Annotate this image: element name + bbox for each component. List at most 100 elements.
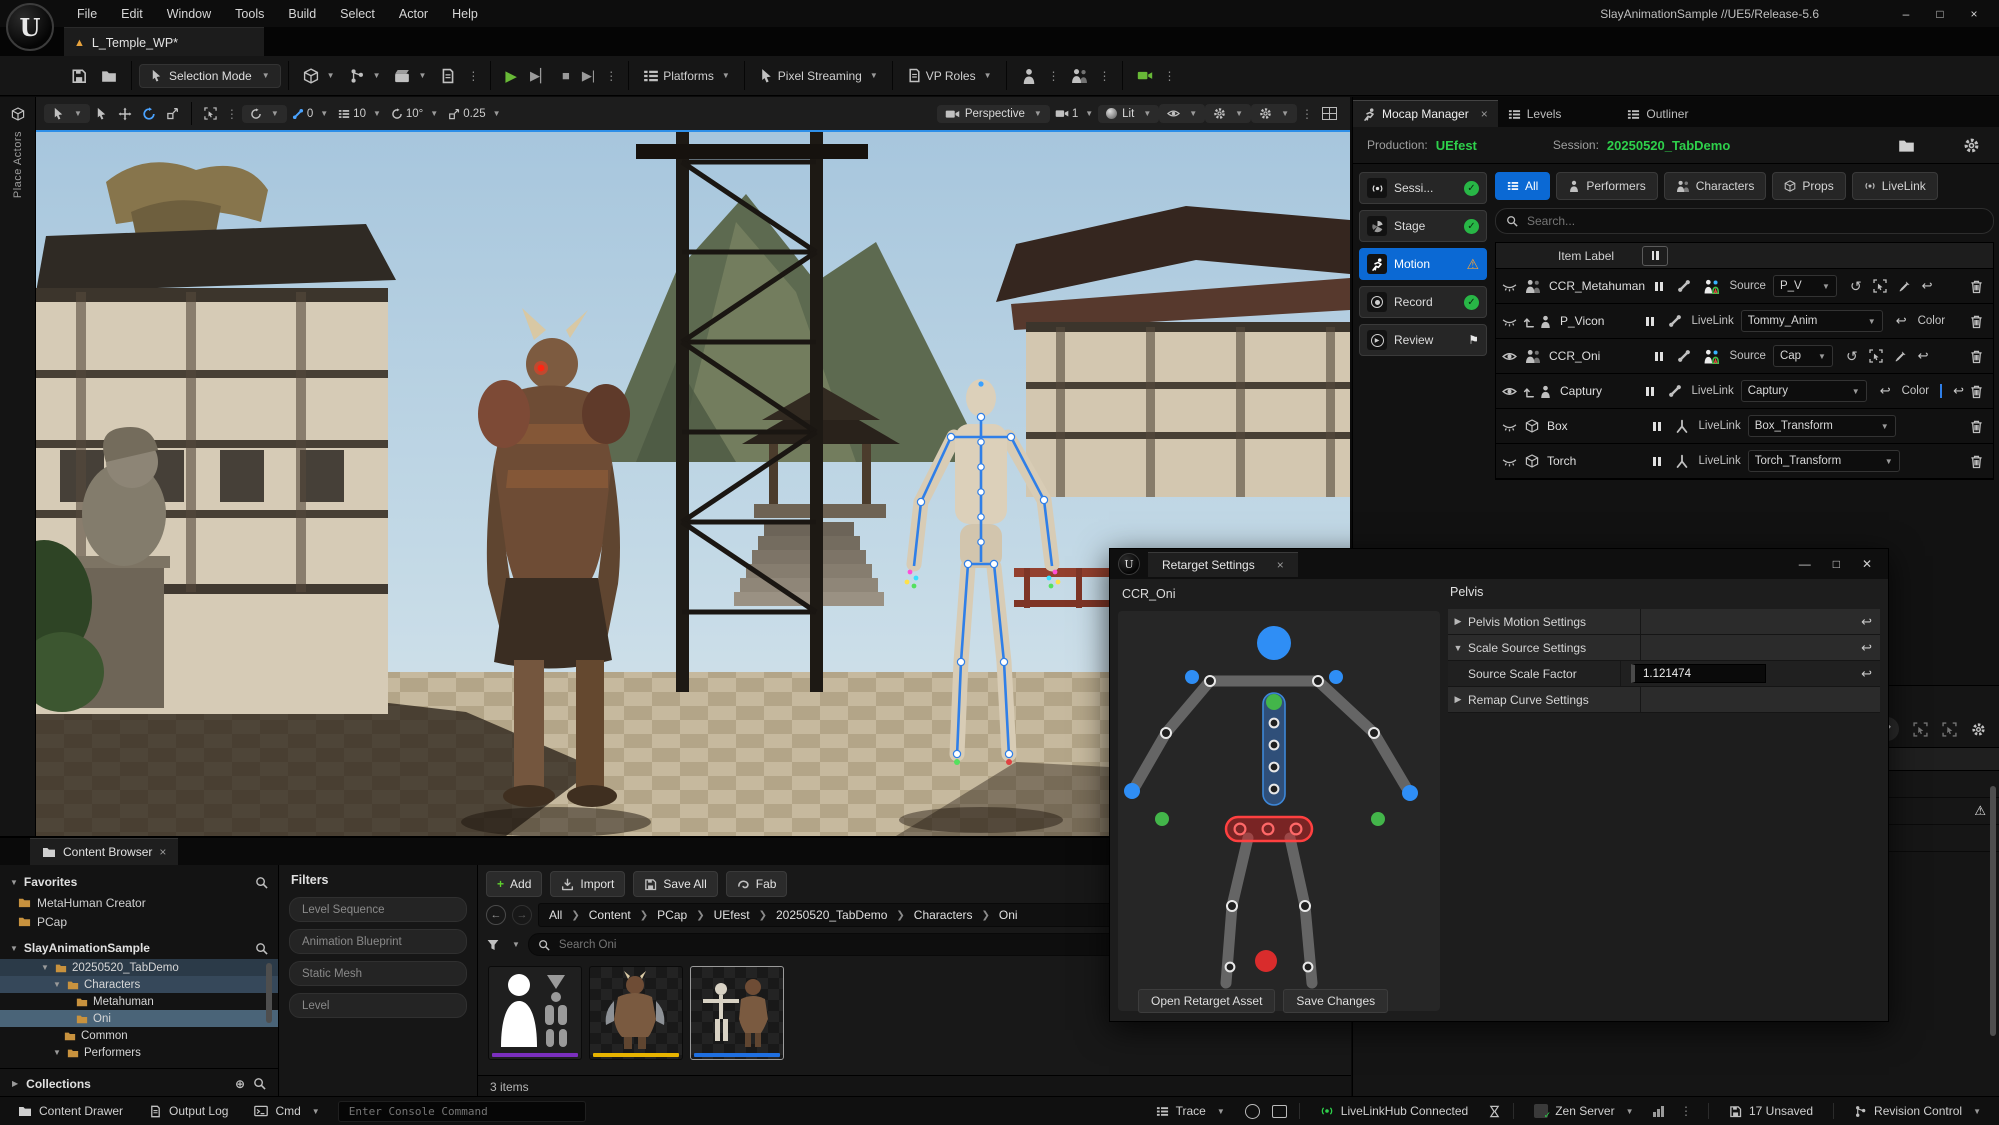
nav-sessions[interactable]: Sessi... ✓: [1359, 172, 1487, 204]
mocap-settings-gear-icon[interactable]: [1963, 137, 1980, 154]
content-drawer-button[interactable]: Content Drawer: [10, 1100, 131, 1122]
livelink-dropdown[interactable]: Torch_Transform▼: [1748, 450, 1900, 472]
pause-icon[interactable]: [1655, 352, 1663, 361]
forward-icon[interactable]: →: [512, 905, 532, 925]
retarget-settings-icon[interactable]: ↺: [1846, 348, 1858, 365]
color-label[interactable]: Color: [1902, 385, 1929, 397]
tab-mocap-manager[interactable]: Mocap Manager ×: [1353, 100, 1498, 127]
viewport-options-dropdown[interactable]: ▼: [44, 104, 90, 123]
tab-content-browser[interactable]: Content Browser ×: [30, 838, 178, 865]
toolbar-overflow-icon[interactable]: ⋮: [463, 69, 483, 83]
retarget-settings-icon[interactable]: ↺: [1850, 278, 1862, 295]
project-section[interactable]: ▼ SlayAnimationSample: [0, 937, 278, 959]
menu-tools[interactable]: Tools: [224, 3, 275, 25]
skeleton-diagram[interactable]: [1118, 611, 1440, 1011]
pause-all-button[interactable]: [1642, 246, 1668, 266]
pelvis-bone-selected[interactable]: [1226, 817, 1312, 841]
pause-icon[interactable]: [1646, 387, 1654, 396]
livelink-dropdown[interactable]: Box_Transform▼: [1748, 415, 1896, 437]
filter-characters[interactable]: Characters: [1664, 172, 1767, 200]
rotation-mode-dropdown[interactable]: ▼: [242, 105, 287, 123]
quad-view-button[interactable]: [1317, 104, 1342, 123]
eye-icon[interactable]: [1502, 349, 1517, 364]
remove-source-icon[interactable]: [1942, 722, 1957, 737]
source-scale-factor-input[interactable]: [1631, 664, 1766, 683]
menu-window[interactable]: Window: [156, 3, 222, 25]
scale-tool[interactable]: [161, 104, 184, 123]
mocap-search-input[interactable]: [1525, 213, 1983, 229]
root-joint[interactable]: [1255, 950, 1277, 972]
status-overflow-icon[interactable]: ⋮: [1676, 1104, 1696, 1118]
livelinkhub-status[interactable]: LiveLinkHub Connected: [1312, 1100, 1476, 1122]
close-icon[interactable]: ×: [1277, 558, 1284, 572]
select-in-scene-icon[interactable]: [1873, 279, 1887, 293]
chevron-down-icon[interactable]: ▼: [1448, 643, 1468, 653]
fab-button[interactable]: Fab: [726, 871, 788, 897]
left-hand-joint[interactable]: [1124, 783, 1140, 799]
tree-item-tabdemo[interactable]: ▼ 20250520_TabDemo: [0, 959, 278, 976]
actor-snap-dropdown[interactable]: 0▼: [287, 105, 333, 123]
retarget-settings-window[interactable]: U Retarget Settings × — □ ✕ CCR_Oni: [1109, 548, 1889, 1022]
nav-motion[interactable]: Motion ⚠: [1359, 248, 1487, 280]
console-command-input-box[interactable]: [338, 1101, 586, 1122]
rotation-snap-dropdown[interactable]: 10°▼: [386, 105, 443, 123]
open-session-folder-icon[interactable]: [1898, 137, 1915, 154]
maximize-button[interactable]: □: [1923, 4, 1957, 24]
trash-icon[interactable]: [1969, 314, 1984, 329]
chevron-right-icon[interactable]: ▶: [1448, 694, 1468, 705]
save-button[interactable]: [64, 63, 94, 89]
pelvis-motion-settings-row[interactable]: ▶ Pelvis Motion Settings ↩: [1448, 609, 1880, 635]
filter-level-sequence[interactable]: Level Sequence: [289, 897, 467, 922]
filter-livelink[interactable]: LiveLink: [1852, 172, 1938, 200]
undo-icon[interactable]: ↩: [1880, 383, 1891, 399]
undo-icon[interactable]: ↩: [1922, 278, 1933, 294]
search-icon[interactable]: [255, 942, 268, 955]
color-swatch[interactable]: [1940, 384, 1942, 398]
toolbar-overflow-icon[interactable]: ⋮: [1160, 69, 1180, 83]
pause-icon[interactable]: [1653, 422, 1661, 431]
menu-select[interactable]: Select: [329, 3, 386, 25]
collections-section[interactable]: ▶ Collections ⊕: [0, 1068, 278, 1098]
skip-button[interactable]: ▶|: [576, 66, 601, 86]
asset-oni-skeletal[interactable]: [690, 966, 784, 1060]
save-all-button[interactable]: Save All: [633, 871, 717, 897]
camera-speed-dropdown[interactable]: 1▼: [1050, 105, 1098, 123]
maximize-button[interactable]: □: [1833, 557, 1840, 571]
surface-snapping-button[interactable]: [199, 104, 222, 123]
vp-roles-dropdown[interactable]: VP Roles ▼: [900, 63, 999, 88]
color-label[interactable]: Color: [1918, 315, 1945, 327]
console-input[interactable]: [347, 1104, 577, 1119]
crumb[interactable]: UEfest: [714, 908, 750, 922]
livelink-scrollbar[interactable]: [1990, 786, 1996, 1036]
table-row[interactable]: Box LiveLink Box_Transform▼: [1496, 409, 1993, 444]
filter-props[interactable]: Props: [1772, 172, 1845, 200]
pause-icon[interactable]: [1646, 317, 1654, 326]
trash-icon[interactable]: [1969, 349, 1984, 364]
filter-funnel-icon[interactable]: [486, 938, 500, 952]
eye-closed-icon[interactable]: [1502, 279, 1517, 294]
play-frame-skip-button[interactable]: ▶▏: [524, 66, 556, 86]
bone-icon[interactable]: [1677, 279, 1691, 293]
pause-icon[interactable]: [1653, 457, 1661, 466]
move-tool[interactable]: [113, 104, 137, 124]
filter-performers[interactable]: Performers: [1556, 172, 1657, 200]
scale-snap-dropdown[interactable]: 0.25▼: [443, 105, 505, 123]
tree-item-characters[interactable]: ▼ Characters: [0, 976, 278, 993]
table-row[interactable]: Torch LiveLink Torch_Transform▼: [1496, 444, 1993, 479]
right-hand-joint[interactable]: [1402, 785, 1418, 801]
play-options-icon[interactable]: ⋮: [601, 69, 621, 83]
trace-dropdown[interactable]: Trace ▼: [1148, 1100, 1233, 1122]
transform-axis-icon[interactable]: [1675, 454, 1689, 468]
pixel-streaming-dropdown[interactable]: Pixel Streaming ▼: [752, 63, 885, 88]
performance-dropdown[interactable]: ▼: [1205, 104, 1251, 123]
filter-static-mesh[interactable]: Static Mesh: [289, 961, 467, 986]
reset-icon[interactable]: ↩: [1861, 666, 1872, 682]
eyedropper-icon[interactable]: [1898, 280, 1911, 293]
perspective-dropdown[interactable]: Perspective▼: [937, 105, 1050, 123]
filter-all[interactable]: All: [1495, 172, 1550, 200]
menu-help[interactable]: Help: [441, 3, 489, 25]
menu-build[interactable]: Build: [277, 3, 327, 25]
reset-icon[interactable]: ↩: [1861, 614, 1872, 630]
close-icon[interactable]: ×: [1481, 107, 1488, 121]
favorite-metahuman-creator[interactable]: MetaHuman Creator: [0, 893, 278, 912]
